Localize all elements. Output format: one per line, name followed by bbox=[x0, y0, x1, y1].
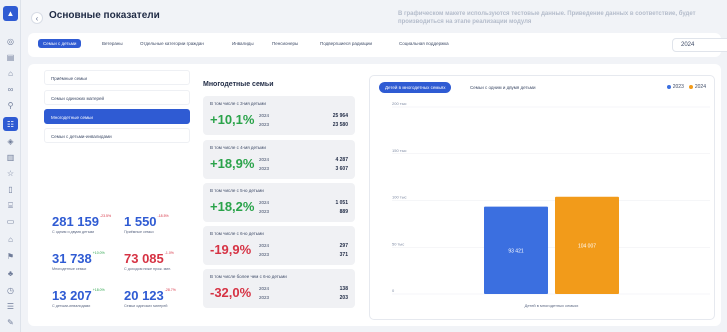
rail-home-icon[interactable]: ⌂ bbox=[5, 68, 16, 79]
rail-shield-icon[interactable]: ◈ bbox=[5, 136, 16, 147]
rail-circle-icon[interactable]: ◎ bbox=[5, 36, 16, 47]
page-title: Основные показатели bbox=[49, 10, 160, 21]
legend-2024[interactable]: 2024 bbox=[688, 84, 706, 90]
test-data-notice: В графическом макете используются тестов… bbox=[398, 11, 696, 25]
back-button[interactable]: ‹ bbox=[31, 12, 43, 24]
rail-star-icon[interactable]: ☆ bbox=[5, 168, 16, 179]
legend-dot-2024 bbox=[688, 84, 693, 89]
rail-flag-icon[interactable]: ⚑ bbox=[5, 251, 16, 262]
tab-pensioners[interactable]: Пенсионеры bbox=[272, 41, 298, 46]
rail-tree-icon[interactable]: ♣ bbox=[5, 268, 16, 279]
category-tabs: Семьи с детьми Ветераны Отдельные катего… bbox=[28, 33, 727, 57]
chart-panel: 0 50 тыс 100 тыс 150 тыс 200 тыс 93 421 104 00… bbox=[369, 75, 715, 320]
chart-legend: 2023 2024 bbox=[666, 84, 706, 90]
tab-other-categories[interactable]: Отдельные категории граждан bbox=[140, 41, 204, 46]
card-more-than-6-children: В том числе более чем с 6-ю детьми -32,0… bbox=[203, 269, 355, 308]
y-tick-label: 200 тыс bbox=[392, 101, 407, 106]
app-logo-icon[interactable]: ▲ bbox=[3, 6, 18, 21]
legend-2023[interactable]: 2023 bbox=[666, 84, 684, 90]
rail-link-icon[interactable]: ∞ bbox=[5, 84, 16, 95]
y-tick-label: 50 тыс bbox=[392, 241, 404, 246]
rail-edit-icon[interactable]: ✎ bbox=[5, 317, 16, 328]
stat-disabled-children: 13 207+18.0% С детьми-инвалидами bbox=[52, 288, 105, 308]
tab-disabled[interactable]: Инвалиды bbox=[232, 41, 254, 46]
rail-building-icon[interactable]: ▥ bbox=[5, 152, 16, 163]
rail-chat-icon[interactable]: ▭ bbox=[5, 216, 16, 227]
list-item-disabled-children[interactable]: Семьи с детьми-инвалидами bbox=[44, 128, 190, 143]
card-4-children: В том числе с 4-мя детьми +18,9% 2024 4 2… bbox=[203, 140, 355, 179]
rail-users-icon[interactable]: ☷ bbox=[3, 117, 18, 131]
bar-value-label: 104 007 bbox=[578, 243, 596, 249]
stat-foster: 1 550-18.5% Приёмные семьи bbox=[124, 214, 169, 234]
chart-tab-large-families[interactable]: Детей в многодетных семьях bbox=[379, 82, 452, 93]
chart-tab-one-two-children[interactable]: Семьи с одним и двумя детьми bbox=[470, 85, 535, 90]
rail-bank-icon[interactable]: ⌸ bbox=[5, 200, 16, 211]
stat-one-two-children: 281 159-23.5% С одним и двумя детьми bbox=[52, 214, 112, 234]
x-axis-label: Детей в многодетных семьях bbox=[525, 303, 579, 308]
rail-clock-icon[interactable]: ◷ bbox=[5, 285, 16, 296]
stat-large-families: 31 738+10.0% Многодетные семьи bbox=[52, 251, 105, 271]
y-tick-label: 100 тыс bbox=[392, 195, 407, 200]
year-select[interactable]: 2024 ⌄ bbox=[672, 38, 727, 52]
y-tick-label: 0 bbox=[392, 288, 395, 293]
bar-value-label: 93 421 bbox=[508, 248, 524, 254]
y-tick-label: 150 тыс bbox=[392, 148, 407, 153]
card-3-children: В том числе с 3-мя детьми +10,1% 2024 25 … bbox=[203, 96, 355, 135]
legend-dot-2023 bbox=[666, 84, 671, 89]
stat-single-mothers: 20 123-28.7% Семьи одиноких матерей bbox=[124, 288, 176, 308]
stat-low-income: 73 085-1.0% С доходом ниже прож. мин. bbox=[124, 251, 174, 271]
rail-house-icon[interactable]: ⌂ bbox=[5, 234, 16, 245]
list-item-single-mothers[interactable]: Семьи одиноких матерей bbox=[44, 90, 190, 105]
card-6-children: В том числе с 6-ю детьми -19,9% 2024 297 … bbox=[203, 226, 355, 265]
list-item-foster[interactable]: Приёмные семьи bbox=[44, 70, 190, 85]
tab-families[interactable]: Семьи с детьми bbox=[38, 39, 82, 48]
side-rail: ▲ ◎ ▤ ⌂ ∞ ⚲ ☷ ◈ ▥ ☆ ▯ ⌸ ▭ ⌂ ⚑ ♣ ◷ ☰ ✎ bbox=[0, 0, 21, 332]
rail-cards-icon[interactable]: ▤ bbox=[5, 52, 16, 63]
list-item-large-families[interactable]: Многодетные семьи bbox=[44, 109, 190, 124]
section-title: Многодетные семьи bbox=[203, 81, 274, 88]
tab-radiation[interactable]: Подвергшиеся радиации bbox=[320, 41, 372, 46]
rail-list-icon[interactable]: ☰ bbox=[5, 301, 16, 312]
rail-doc-icon[interactable]: ▯ bbox=[5, 184, 16, 195]
chevron-left-icon: ‹ bbox=[35, 13, 39, 23]
card-5-children: В том числе с 5-ю детьми +18,2% 2024 1 05… bbox=[203, 183, 355, 222]
tab-veterans[interactable]: Ветераны bbox=[102, 41, 123, 46]
tab-social-support[interactable]: Социальная поддержка bbox=[399, 41, 449, 46]
bar-chart: 0 50 тыс 100 тыс 150 тыс 200 тыс 93 421 104 00… bbox=[392, 101, 710, 308]
rail-search-icon[interactable]: ⚲ bbox=[5, 100, 16, 111]
